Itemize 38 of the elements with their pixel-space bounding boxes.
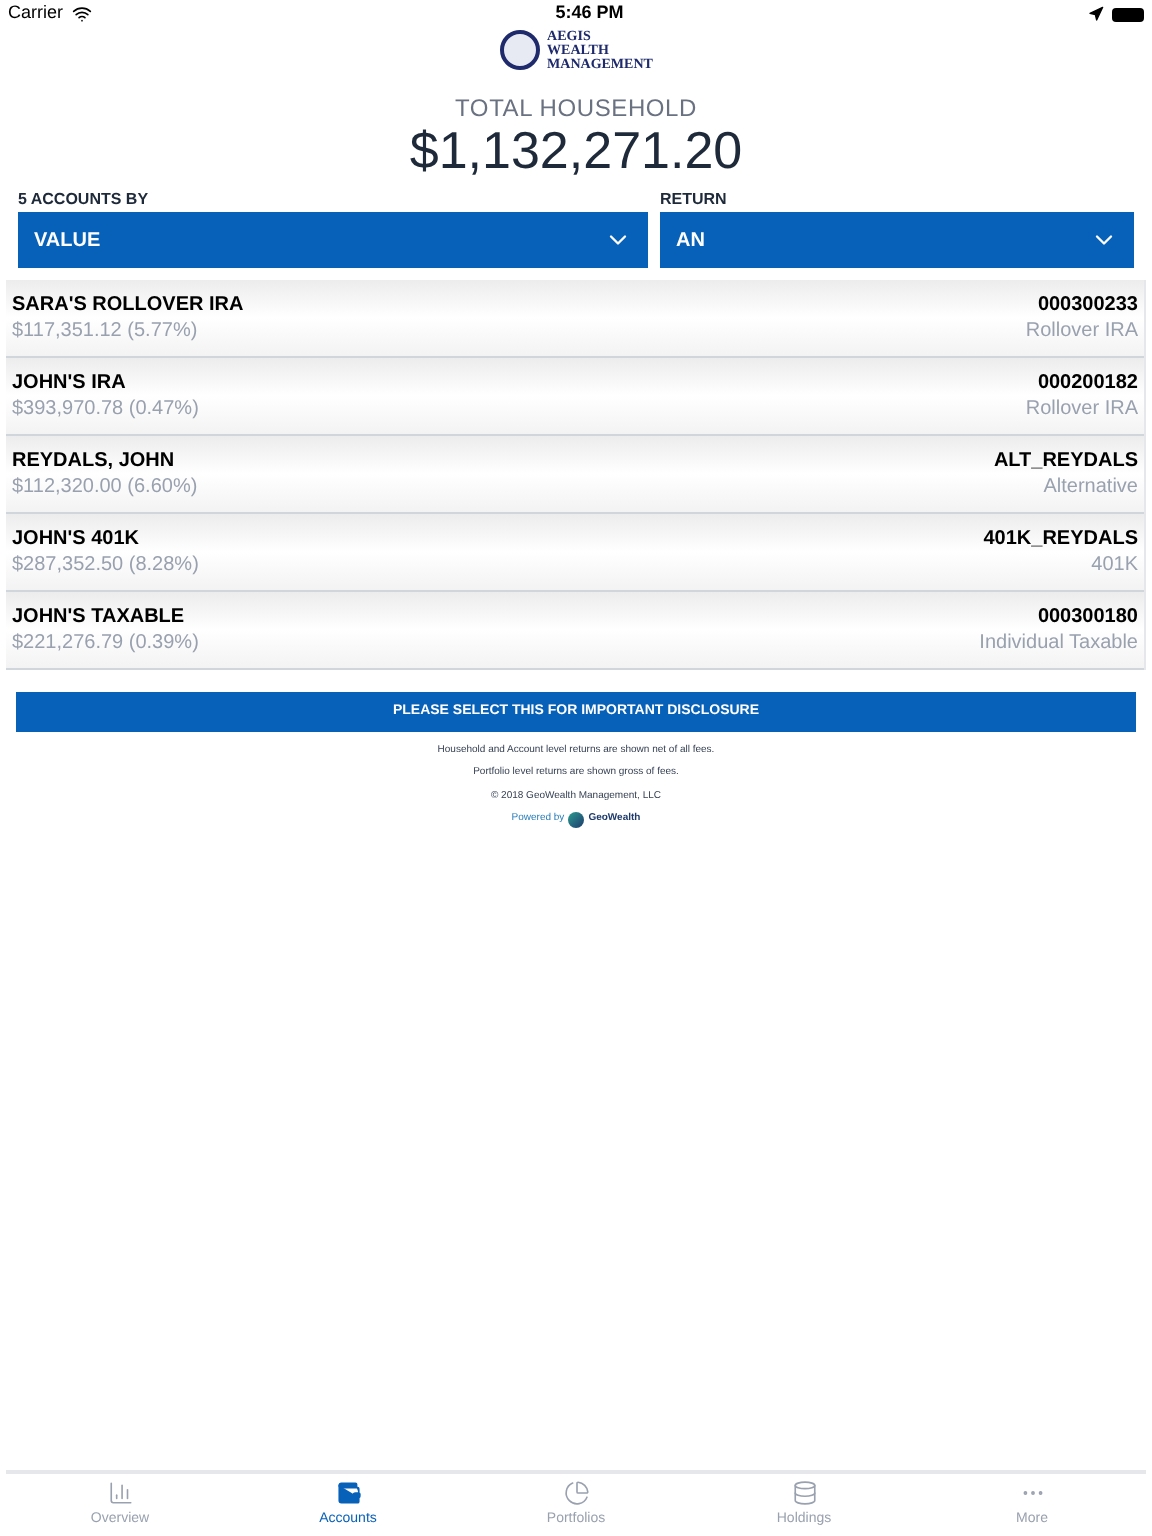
- filter-dropdown[interactable]: AN: [660, 212, 1134, 268]
- account-type: Rollover IRA: [1025, 396, 1138, 422]
- brand-logo-icon: [568, 811, 585, 828]
- clock: 5:46 PM: [555, 0, 624, 27]
- account-name: JOHN'S TAXABLE: [12, 604, 187, 630]
- account-type: 401K: [1091, 552, 1138, 578]
- filter-label: RETURN: [660, 188, 729, 212]
- account-type: Individual Taxable: [979, 630, 1138, 656]
- account-number: 401K_REYDALS: [983, 526, 1138, 552]
- account-number: 000200182: [1037, 370, 1138, 396]
- account-name: REYDALS, JOHN: [12, 448, 177, 474]
- account-value: $112,320.00 (6.60%): [12, 474, 198, 500]
- total-label: TOTAL HOUSEHOLD: [455, 94, 697, 122]
- account-name: JOHN'S IRA: [12, 370, 128, 396]
- account-type: Alternative: [1043, 474, 1138, 500]
- total-amount: $1,132,271.20: [409, 122, 743, 178]
- filter-label: 5 ACCOUNTS BY: [18, 188, 151, 212]
- account-value: $287,352.50 (8.28%): [12, 552, 199, 578]
- filter-dropdown[interactable]: VALUE: [18, 212, 648, 268]
- account-value: $117,351.12 (5.77%): [12, 318, 200, 344]
- account-row[interactable]: JOHN'S 401K $287,352.50 (8.28%) 401K_REYDALS 401K: [6, 514, 1144, 592]
- carrier-label: Carrier: [8, 0, 64, 27]
- account-row[interactable]: REYDALS, JOHN $112,320.00 (6.60%) ALT_REYDALS Alternative: [6, 436, 1144, 514]
- account-name: JOHN'S 401K: [12, 526, 142, 552]
- account-type: Rollover IRA: [1025, 318, 1138, 344]
- account-value: $393,970.78 (0.47%): [12, 396, 199, 422]
- account-row[interactable]: JOHN'S TAXABLE $221,276.79 (0.39%) 000300180 Individual Taxable: [6, 592, 1144, 670]
- account-row[interactable]: JOHN'S IRA $393,970.78 (0.47%) 000200182 Rollover IRA: [6, 358, 1144, 436]
- account-value: $221,276.79 (0.39%): [12, 630, 199, 656]
- account-row[interactable]: SARA'S ROLLOVER IRA $117,351.12 (5.77%) 000300233 Rollover IRA: [6, 280, 1144, 358]
- account-number: 000300233: [1037, 292, 1138, 318]
- battery-icon: [1112, 7, 1144, 21]
- logo-emblem-icon: [499, 30, 540, 70]
- account-number: ALT_REYDALS: [993, 448, 1138, 474]
- account-number: 000300180: [1037, 604, 1138, 630]
- wifi-icon: [71, 4, 92, 24]
- account-name: SARA'S ROLLOVER IRA: [12, 292, 244, 318]
- location-icon: [1088, 6, 1104, 22]
